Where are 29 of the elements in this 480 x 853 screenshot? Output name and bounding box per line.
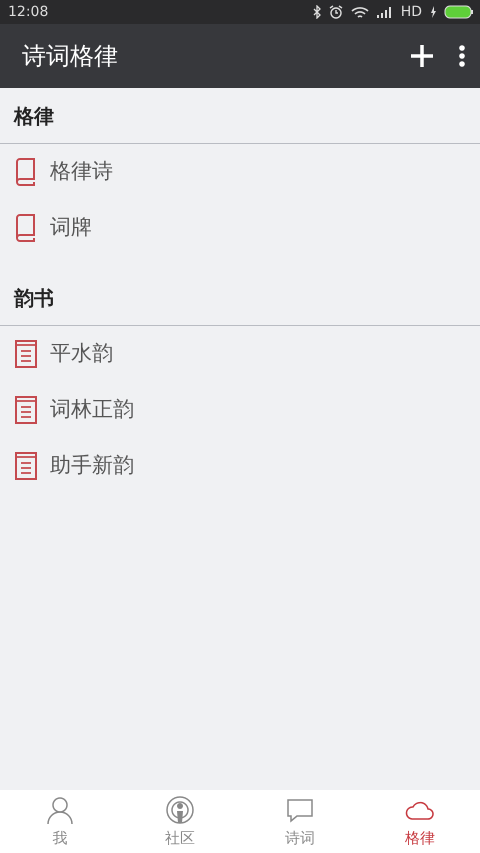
person-icon (45, 794, 75, 824)
bluetooth-icon (312, 5, 321, 19)
nav-tab[interactable]: 社区 (120, 790, 240, 853)
nav-tab[interactable]: 我 (0, 790, 120, 853)
add-icon[interactable] (410, 44, 434, 68)
signal-icon (376, 6, 393, 18)
list-item[interactable]: 平水韵 (0, 326, 480, 382)
more-icon[interactable] (458, 44, 466, 68)
document-icon (14, 395, 38, 425)
document-icon (14, 339, 38, 369)
book-icon (14, 157, 38, 187)
book-icon (14, 213, 38, 243)
list-item[interactable]: 助手新韵 (0, 438, 480, 494)
list-item[interactable]: 词林正韵 (0, 382, 480, 438)
list-item[interactable]: 词牌 (0, 200, 480, 256)
wifi-icon (350, 6, 369, 18)
status-time: 12:08 (8, 2, 48, 22)
app-title: 诗词格律 (22, 41, 118, 72)
alarm-icon (328, 5, 343, 19)
charging-icon (430, 6, 436, 18)
broadcast-icon (165, 794, 195, 824)
battery-icon (444, 5, 474, 19)
section-header: 格律 (0, 88, 480, 144)
nav-tab[interactable]: 诗词 (240, 790, 360, 853)
list-item[interactable]: 格律诗 (0, 144, 480, 200)
document-icon (14, 451, 38, 481)
nav-tab[interactable]: 格律 (360, 790, 480, 853)
network-type: HD (400, 2, 422, 22)
section-header: 韵书 (0, 270, 480, 326)
